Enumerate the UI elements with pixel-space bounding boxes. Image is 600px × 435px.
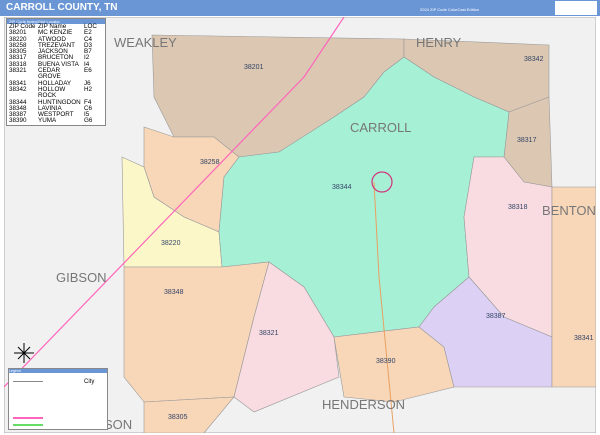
zip-label-38321: 38321 [259, 330, 279, 337]
zip-label-38318: 38318 [508, 204, 528, 211]
zip-table-cell: CEDAR GROVE [38, 67, 61, 81]
county-label-weakley: WEAKLEY [114, 35, 177, 50]
county-label-henry: HENRY [416, 35, 462, 50]
header-bar: CARROLL COUNTY, TN 2024 ZIP Code ColorCa… [0, 0, 600, 16]
edition-label: 2024 ZIP Code ColorCast Edition [420, 7, 480, 12]
county-label-madison: SON [104, 417, 132, 432]
zip-table-cell: 38390 [9, 117, 27, 125]
zip-table-row: 38390 YUMA G6 [7, 117, 105, 125]
county-label-henderson: HENDERSON [322, 397, 405, 412]
zip-label-38201: 38201 [244, 64, 264, 71]
map-title: CARROLL COUNTY, TN [6, 2, 118, 13]
zip-index-table: ZIP Code Index/Grid Locator ZIP Code ZIP… [6, 18, 106, 126]
zip-label-38342: 38342 [524, 56, 544, 63]
zip-label-38390: 38390 [376, 358, 396, 365]
legend-city-label: City [84, 379, 95, 385]
zip-table-cell: HOLLOW ROCK [38, 85, 66, 100]
zip-table-cell: 38321 [9, 67, 27, 75]
zip-label-38305: 38305 [168, 414, 188, 421]
zip-label-38387: 38387 [486, 313, 506, 320]
zip-label-38341: 38341 [574, 335, 594, 342]
zip-label-38258: 38258 [200, 159, 220, 166]
zip-label-38344: 38344 [332, 184, 352, 191]
zip-table-cell: G6 [84, 117, 93, 125]
zip-table-cell: YUMA [38, 117, 57, 125]
zip-table-row: 38321 CEDAR GROVE E6 [7, 68, 105, 81]
county-label-benton: BENTON [542, 203, 596, 218]
zip-label-38348: 38348 [164, 289, 184, 296]
zip-table-cell: H2 [84, 85, 93, 93]
map-legend: Legend City [8, 368, 108, 430]
zip-label-38317: 38317 [517, 137, 537, 144]
zip-table-cell: E6 [84, 67, 92, 75]
zip-label-38220: 38220 [161, 240, 181, 247]
zip-table-cell: 38342 [9, 85, 27, 93]
zip-table-row: 38342 HOLLOW ROCK H2 [7, 85, 105, 100]
county-label-carroll: CARROLL [350, 120, 411, 135]
market-maps-logo [555, 1, 597, 15]
county-label-gibson: GIBSON [56, 270, 107, 285]
legend-title: Legend [9, 369, 107, 373]
